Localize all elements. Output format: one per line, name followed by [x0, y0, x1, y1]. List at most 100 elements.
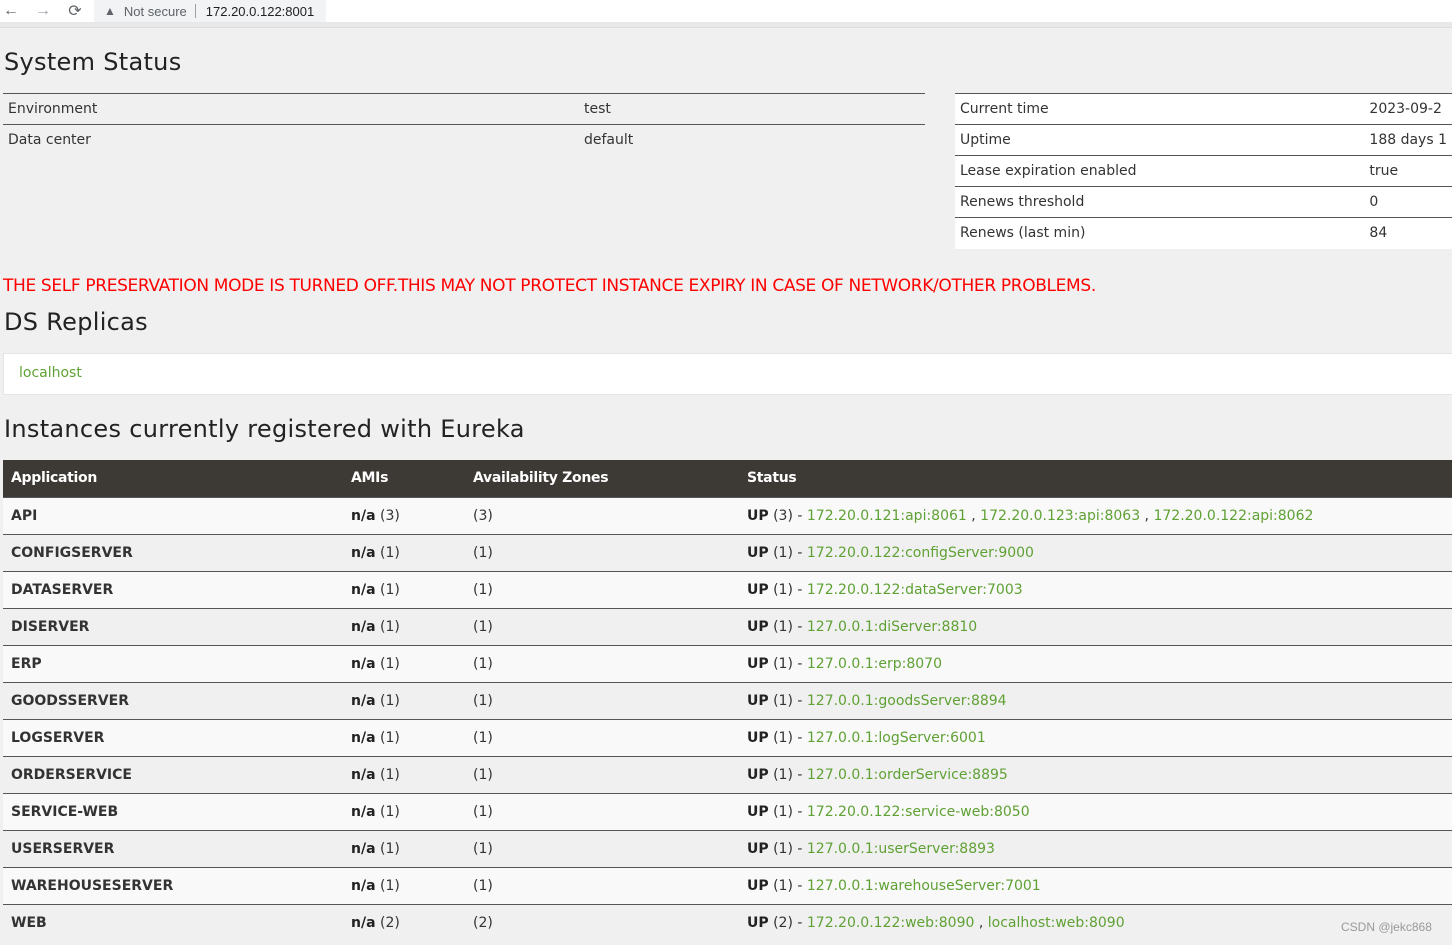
status-label: UP	[747, 729, 769, 746]
zone-cell: (1)	[465, 792, 739, 830]
instances-header-row: Application AMIs Availability Zones Stat…	[3, 460, 1452, 497]
zone-cell: (1)	[465, 607, 739, 645]
header-zones: Availability Zones	[473, 470, 609, 487]
ami-label: n/a	[351, 840, 376, 857]
table-row: LOGSERVER n/a (1) (1) UP (1) - 127.0.0.1:lo…	[3, 718, 1452, 756]
status-value: 0	[1364, 186, 1452, 218]
ami-count: (2)	[375, 914, 400, 931]
status-count: (1) -	[768, 729, 807, 746]
toolbar-divider	[0, 22, 1452, 28]
app-name: WAREHOUSESERVER	[3, 866, 343, 904]
instance-link[interactable]: 127.0.0.1:userServer:8893	[807, 841, 995, 857]
status-count: (1) -	[768, 581, 807, 598]
instance-link[interactable]: 127.0.0.1:logServer:6001	[807, 730, 986, 746]
status-value: test	[579, 93, 925, 125]
app-name: ERP	[3, 644, 343, 682]
status-label: UP	[747, 877, 769, 894]
instance-link[interactable]: 172.20.0.122:service-web:8050	[807, 804, 1030, 820]
table-row: DISERVER n/a (1) (1) UP (1) - 127.0.0.1:diS…	[3, 607, 1452, 645]
status-cell: UP (1) - 172.20.0.122:dataServer:7003	[739, 570, 1452, 608]
reload-icon[interactable]: ⟳	[64, 0, 86, 22]
app-name: ORDERSERVICE	[3, 755, 343, 793]
instance-link[interactable]: 172.20.0.122:configServer:9000	[807, 545, 1034, 561]
app-name: CONFIGSERVER	[3, 533, 343, 571]
instance-link[interactable]: 172.20.0.122:dataServer:7003	[807, 582, 1023, 598]
app-name: DISERVER	[3, 607, 343, 645]
instance-link[interactable]: localhost:web:8090	[988, 915, 1125, 931]
instance-link[interactable]: 127.0.0.1:goodsServer:8894	[807, 693, 1007, 709]
status-label: UP	[747, 803, 769, 820]
ami-cell: n/a (1)	[343, 792, 465, 830]
link-separator: ,	[974, 914, 988, 931]
ami-cell: n/a (1)	[343, 644, 465, 682]
ami-count: (1)	[375, 729, 400, 746]
status-count: (3) -	[768, 507, 807, 524]
instances-table: Application AMIs Availability Zones Stat…	[3, 460, 1452, 941]
zone-cell: (1)	[465, 681, 739, 719]
status-label: UP	[747, 914, 769, 931]
status-value: default	[579, 124, 925, 156]
status-count: (1) -	[768, 877, 807, 894]
address-divider	[194, 4, 196, 18]
forward-arrow-icon[interactable]: →	[32, 0, 54, 22]
url-text[interactable]: 172.20.0.122:8001	[206, 4, 314, 19]
ami-count: (1)	[375, 618, 400, 635]
ami-count: (1)	[375, 877, 400, 894]
table-row: WAREHOUSESERVER n/a (1) (1) UP (1) - 127.0.…	[3, 866, 1452, 904]
zone-cell: (1)	[465, 644, 739, 682]
status-cell: UP (3) - 172.20.0.121:api:8061 , 172.20.…	[739, 496, 1452, 534]
replicas-panel: localhost	[3, 353, 1452, 395]
instance-link[interactable]: 127.0.0.1:warehouseServer:7001	[807, 878, 1041, 894]
app-name: LOGSERVER	[3, 718, 343, 756]
status-row: Renews (last min) 84	[955, 217, 1452, 249]
status-key: Data center	[3, 124, 579, 156]
ami-cell: n/a (1)	[343, 755, 465, 793]
status-count: (2) -	[768, 914, 807, 931]
status-count: (1) -	[768, 544, 807, 561]
instance-link[interactable]: 172.20.0.122:api:8062	[1153, 508, 1313, 524]
status-row: Lease expiration enabled true	[955, 155, 1452, 187]
back-arrow-icon[interactable]: ←	[0, 0, 22, 22]
ami-cell: n/a (2)	[343, 903, 465, 941]
instances-title: Instances currently registered with Eure…	[4, 415, 525, 443]
app-name: WEB	[3, 903, 343, 941]
instance-link[interactable]: 127.0.0.1:diServer:8810	[807, 619, 977, 635]
instance-link[interactable]: 172.20.0.122:web:8090	[807, 915, 975, 931]
status-value: true	[1364, 155, 1452, 187]
status-cell: UP (1) - 127.0.0.1:erp:8070	[739, 644, 1452, 682]
status-count: (1) -	[768, 803, 807, 820]
status-cell: UP (1) - 127.0.0.1:userServer:8893	[739, 829, 1452, 867]
status-key: Lease expiration enabled	[955, 155, 1365, 187]
status-count: (1) -	[768, 840, 807, 857]
status-cell: UP (1) - 127.0.0.1:diServer:8810	[739, 607, 1452, 645]
warning-triangle-icon[interactable]: ▲	[104, 4, 116, 18]
address-bar[interactable]: ▲ Not secure 172.20.0.122:8001	[94, 0, 327, 22]
table-row: API n/a (3) (3) UP (3) - 172.20.0.121:api:8…	[3, 496, 1452, 534]
table-row: DATASERVER n/a (1) (1) UP (1) - 172.20.0.12…	[3, 570, 1452, 608]
status-label: UP	[747, 766, 769, 783]
table-row: USERSERVER n/a (1) (1) UP (1) - 127.0.0.1:u…	[3, 829, 1452, 867]
instance-link[interactable]: 172.20.0.123:api:8063	[980, 508, 1140, 524]
app-name: DATASERVER	[3, 570, 343, 608]
status-count: (1) -	[768, 766, 807, 783]
instance-link[interactable]: 127.0.0.1:orderService:8895	[807, 767, 1008, 783]
table-row: WEB n/a (2) (2) UP (2) - 172.20.0.122:web:8…	[3, 903, 1452, 941]
status-value: 188 days 1	[1364, 124, 1452, 156]
status-row: Current time 2023-09-2	[955, 93, 1452, 125]
ami-cell: n/a (1)	[343, 607, 465, 645]
zone-cell: (1)	[465, 829, 739, 867]
replica-link-localhost[interactable]: localhost	[19, 365, 82, 381]
status-count: (1) -	[768, 655, 807, 672]
status-key: Renews (last min)	[955, 217, 1365, 249]
instance-link[interactable]: 127.0.0.1:erp:8070	[807, 656, 942, 672]
instance-link[interactable]: 172.20.0.121:api:8061	[807, 508, 967, 524]
table-row: CONFIGSERVER n/a (1) (1) UP (1) - 172.20.0.…	[3, 533, 1452, 571]
status-cell: UP (1) - 127.0.0.1:warehouseServer:7001	[739, 866, 1452, 904]
watermark: CSDN @jekc868	[1341, 920, 1432, 934]
not-secure-label[interactable]: Not secure	[124, 4, 187, 19]
status-row: Renews threshold 0	[955, 186, 1452, 218]
table-row: ERP n/a (1) (1) UP (1) - 127.0.0.1:erp:8070	[3, 644, 1452, 682]
status-row: Uptime 188 days 1	[955, 124, 1452, 156]
status-cell: UP (1) - 127.0.0.1:logServer:6001	[739, 718, 1452, 756]
ami-label: n/a	[351, 877, 376, 894]
